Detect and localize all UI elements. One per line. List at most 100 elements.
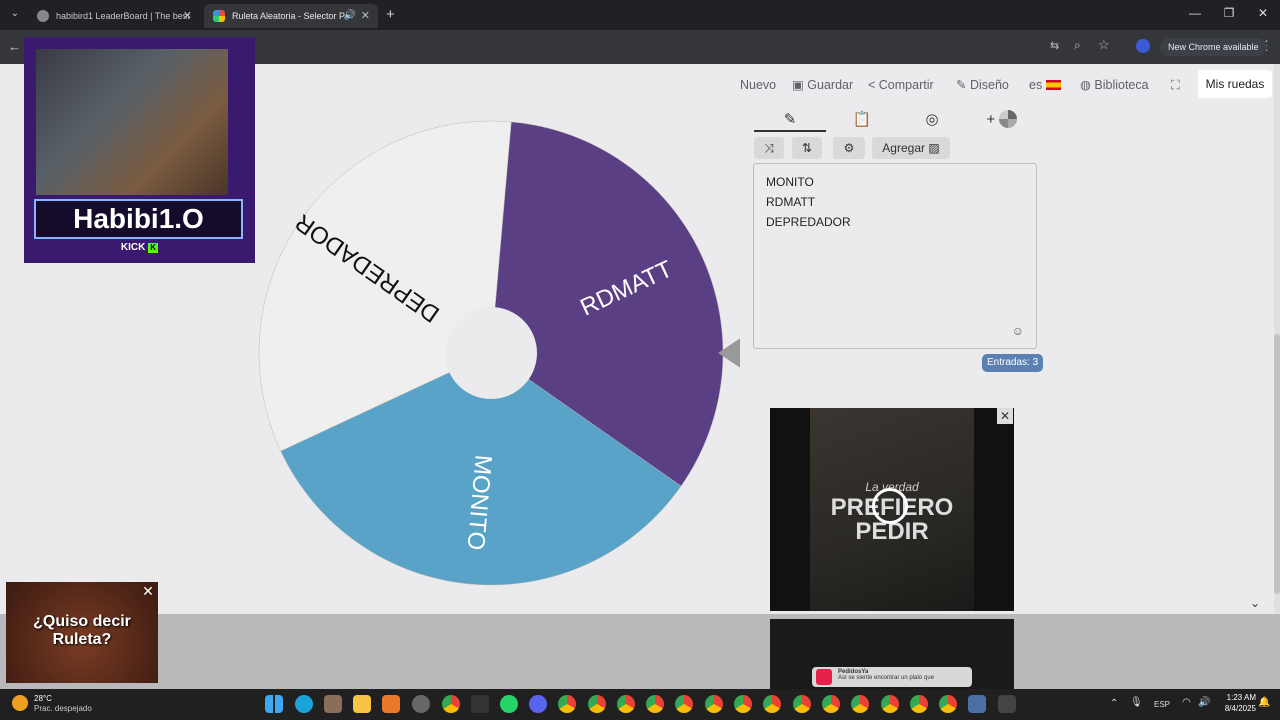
fullscreen-icon[interactable]: ⛶: [1171, 76, 1180, 94]
clock-date[interactable]: 8/4/2025: [1212, 704, 1256, 713]
chrome-icon[interactable]: [763, 695, 781, 713]
bookmark-star-icon[interactable]: ☆: [1098, 37, 1110, 53]
new-tab-button[interactable]: +: [386, 6, 395, 23]
chrome-icon[interactable]: [822, 695, 840, 713]
windows-start-icon[interactable]: [265, 695, 283, 713]
new-chrome-available-button[interactable]: New Chrome available: [1160, 38, 1267, 56]
guardar-button[interactable]: ▣ Guardar: [792, 76, 853, 94]
chrome-icon[interactable]: [705, 695, 723, 713]
plus-icon: +: [986, 111, 996, 128]
webcam-video: [36, 49, 228, 195]
weather-text: Prac. despejado: [34, 704, 92, 713]
tab-edit-entries[interactable]: ✎: [754, 108, 826, 132]
save-icon: ▣: [792, 78, 808, 92]
chrome-icon[interactable]: [910, 695, 928, 713]
tray-overflow-icon[interactable]: ⌃: [1110, 698, 1118, 709]
close-ad-button[interactable]: ✕: [997, 408, 1013, 424]
diseno-button[interactable]: ✎ Diseño: [956, 76, 1009, 94]
weather-icon[interactable]: [12, 695, 28, 711]
chrome-icon[interactable]: [675, 695, 693, 713]
chrome-icon[interactable]: [793, 695, 811, 713]
emoji-icon[interactable]: ☺: [1012, 324, 1024, 338]
chrome-icon[interactable]: [939, 695, 957, 713]
sort-button[interactable]: ⇅: [792, 137, 822, 159]
volume-icon[interactable]: 🔊: [1198, 697, 1210, 708]
scroll-down-icon[interactable]: ⌄: [1250, 596, 1260, 610]
chrome-icon[interactable]: [881, 695, 899, 713]
video-ad[interactable]: La verdad PREFIERO PEDIR: [770, 408, 1014, 611]
file-explorer-icon[interactable]: [353, 695, 371, 713]
profile-avatar[interactable]: [1136, 39, 1150, 53]
minimize-window-button[interactable]: —: [1178, 6, 1212, 20]
chrome-icon[interactable]: [646, 695, 664, 713]
webcam-overlay: Habibi1.O KICK K: [24, 37, 255, 263]
app-icon[interactable]: [998, 695, 1016, 713]
banner-ad-card: PedidosYa Así se siente encontrar un pla…: [812, 667, 972, 687]
close-tab-icon[interactable]: ✕: [183, 4, 192, 28]
globe-icon: ◍: [1080, 78, 1095, 92]
scrollbar[interactable]: [1274, 64, 1280, 614]
zoom-icon[interactable]: ⌕: [1074, 38, 1081, 53]
close-window-button[interactable]: ✕: [1246, 6, 1280, 20]
browser-tab-leaderboard[interactable]: habibird1 LeaderBoard | The best ✕: [28, 4, 200, 28]
whatsapp-icon[interactable]: [500, 695, 518, 713]
entries-textarea[interactable]: MONITO RDMATT DEPREDADOR ☺: [753, 163, 1037, 349]
windows-taskbar: 28°C Prac. despejado ⌃ 🎙 ESP ◠ 🔊 1:23 AM…: [0, 689, 1280, 720]
biblioteca-button[interactable]: ◍ Biblioteca: [1080, 76, 1149, 94]
terminal-icon[interactable]: [471, 695, 489, 713]
compartir-button[interactable]: < Compartir: [868, 76, 934, 94]
microphone-icon[interactable]: 🎙: [1130, 697, 1143, 708]
edge-icon[interactable]: [295, 695, 313, 713]
entry-line: DEPREDADOR: [766, 215, 851, 229]
banner-ad[interactable]: PedidosYa Así se siente encontrar un pla…: [770, 619, 1014, 689]
clock-time[interactable]: 1:23 AM: [1212, 693, 1256, 702]
app-icon[interactable]: [412, 695, 430, 713]
eye-off-icon: ◎: [925, 111, 939, 128]
app-icon[interactable]: [382, 695, 400, 713]
shuffle-icon: ⤨: [764, 141, 774, 155]
active-tab-indicator: [754, 130, 826, 132]
browser-tab-strip: ⌄ habibird1 LeaderBoard | The best ✕ Rul…: [0, 0, 1280, 30]
pedidosya-logo-icon: [816, 669, 832, 685]
chrome-icon[interactable]: [442, 695, 460, 713]
replay-icon[interactable]: [872, 488, 908, 524]
app-icon[interactable]: [968, 695, 986, 713]
gear-icon: ⚙: [843, 141, 855, 155]
tab-audio-icon[interactable]: 🔊: [344, 4, 356, 28]
settings-button[interactable]: ⚙: [833, 137, 865, 159]
chrome-icon[interactable]: [588, 695, 606, 713]
input-language[interactable]: ESP: [1154, 700, 1170, 709]
close-popup-button[interactable]: ✕: [141, 584, 155, 598]
tab-list-dropdown[interactable]: ⌄: [6, 8, 24, 24]
notification-bell-icon[interactable]: 🔔: [1258, 697, 1270, 708]
tab-hide[interactable]: ◎: [896, 108, 968, 132]
pencil-icon: ✎: [956, 78, 970, 92]
entry-line: RDMATT: [766, 195, 816, 209]
agregar-image-button[interactable]: Agregar ▨: [872, 137, 950, 159]
chrome-icon[interactable]: [851, 695, 869, 713]
shuffle-button[interactable]: ⤨: [754, 137, 784, 159]
close-tab-icon[interactable]: ✕: [361, 4, 370, 28]
maximize-window-button[interactable]: ❐: [1212, 6, 1246, 20]
tab-results[interactable]: 📋: [826, 108, 898, 132]
nuevo-button[interactable]: Nuevo: [740, 76, 776, 94]
language-button[interactable]: es: [1029, 76, 1061, 94]
wheel[interactable]: RDMATTMONITODEPREDADOR: [250, 112, 740, 602]
discord-icon[interactable]: [529, 695, 547, 713]
mis-ruedas-button[interactable]: Mis ruedas: [1198, 70, 1272, 98]
chrome-icon[interactable]: [734, 695, 752, 713]
tab-add-wheel[interactable]: +: [966, 108, 1038, 132]
translate-icon[interactable]: ⇆: [1050, 39, 1059, 52]
app-icon[interactable]: [324, 695, 342, 713]
back-button[interactable]: ←: [8, 39, 21, 54]
spain-flag-icon: [1045, 80, 1061, 90]
wifi-icon[interactable]: ◠: [1182, 697, 1191, 708]
entry-line: MONITO: [766, 175, 814, 189]
image-icon: ▨: [928, 141, 940, 155]
wheel-center[interactable]: [445, 307, 537, 399]
chrome-icon[interactable]: [617, 695, 635, 713]
ruleta-suggestion-popup[interactable]: ¿Quiso decir Ruleta?: [6, 582, 158, 683]
entries-count-badge: Entradas: 3: [982, 354, 1044, 372]
browser-tab-ruleta[interactable]: Ruleta Aleatoria - Selector Pe 🔊 ✕: [204, 4, 378, 28]
chrome-icon[interactable]: [558, 695, 576, 713]
